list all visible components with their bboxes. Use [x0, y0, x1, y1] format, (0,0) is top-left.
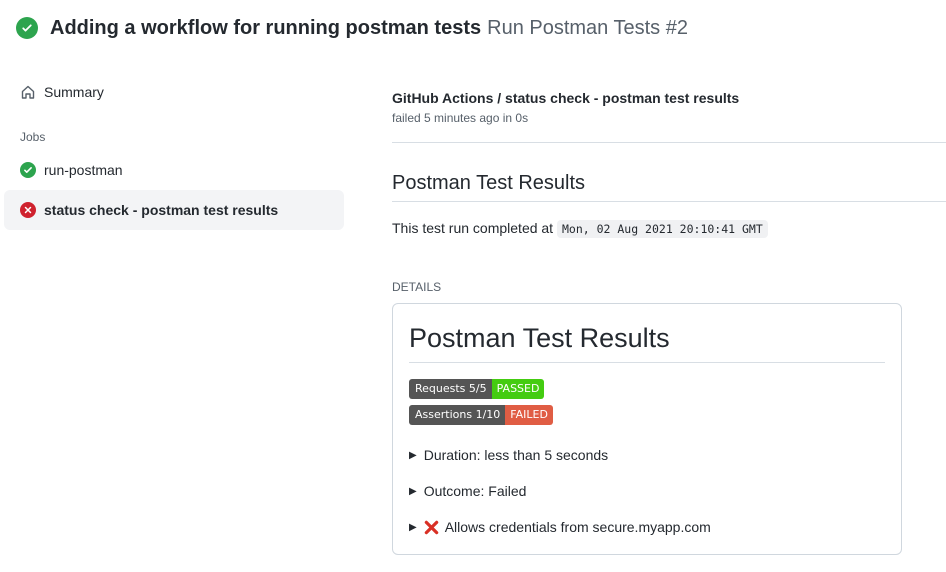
failed-test-disclosure[interactable]: ▶ Allows credentials from secure.myapp.c…: [409, 519, 885, 535]
completed-prefix: This test run completed at: [392, 220, 554, 236]
workflow-title: Adding a workflow for running postman te…: [50, 16, 482, 39]
failure-x-icon: [20, 202, 36, 218]
details-label: DETAILS: [392, 280, 442, 294]
disclosure-label: Outcome: Failed: [423, 483, 527, 499]
check-subtitle: failed 5 minutes ago in 0s: [392, 111, 529, 125]
sidebar-item-status-check[interactable]: status check - postman test results: [4, 190, 344, 230]
badge-value: PASSED: [491, 379, 545, 399]
badge-label: Requests 5/5: [409, 379, 492, 399]
duration-disclosure[interactable]: ▶ Duration: less than 5 seconds: [409, 447, 885, 463]
success-check-icon: [16, 17, 38, 39]
sidebar-item-run-postman[interactable]: run-postman: [4, 150, 344, 190]
completed-timestamp: Mon, 02 Aug 2021 20:10:41 GMT: [556, 220, 768, 238]
check-title: GitHub Actions / status check - postman …: [392, 90, 740, 106]
sidebar-item-summary[interactable]: Summary: [4, 72, 344, 112]
success-check-icon: [20, 162, 36, 178]
check-run-detail: GitHub Actions / status check - postman …: [392, 90, 946, 555]
requests-badge: Requests 5/5 PASSED: [409, 379, 545, 399]
sidebar-item-label: run-postman: [44, 162, 123, 178]
sidebar-item-label: Summary: [44, 84, 104, 100]
results-heading: Postman Test Results: [392, 172, 946, 202]
disclosure-label: Allows credentials from secure.myapp.com: [444, 519, 711, 535]
badges: Requests 5/5 PASSED Assertions 1/10 FAIL…: [409, 363, 885, 425]
outcome-disclosure[interactable]: ▶ Outcome: Failed: [409, 483, 885, 499]
disclosure-triangle-icon: ▶: [409, 521, 417, 533]
disclosure-triangle-icon: ▶: [409, 485, 417, 497]
run-header: Adding a workflow for running postman te…: [16, 14, 688, 42]
jobs-heading: Jobs: [20, 130, 46, 144]
cross-mark-icon: [424, 520, 439, 535]
run-name: Run Postman Tests #2: [487, 16, 688, 39]
disclosure-triangle-icon: ▶: [409, 449, 417, 461]
details-heading: Postman Test Results: [409, 323, 885, 363]
badge-value: FAILED: [505, 405, 553, 425]
badge-label: Assertions 1/10: [409, 405, 506, 425]
assertions-badge: Assertions 1/10 FAILED: [409, 405, 553, 425]
details-box: Postman Test Results Requests 5/5 PASSED…: [392, 303, 902, 555]
divider: [392, 142, 946, 143]
disclosure-label: Duration: less than 5 seconds: [423, 447, 609, 463]
completed-text: This test run completed at Mon, 02 Aug 2…: [392, 220, 946, 238]
sidebar: Summary Jobs run-postman status check - …: [4, 72, 344, 230]
home-icon: [20, 84, 36, 100]
sidebar-item-label: status check - postman test results: [44, 202, 279, 218]
